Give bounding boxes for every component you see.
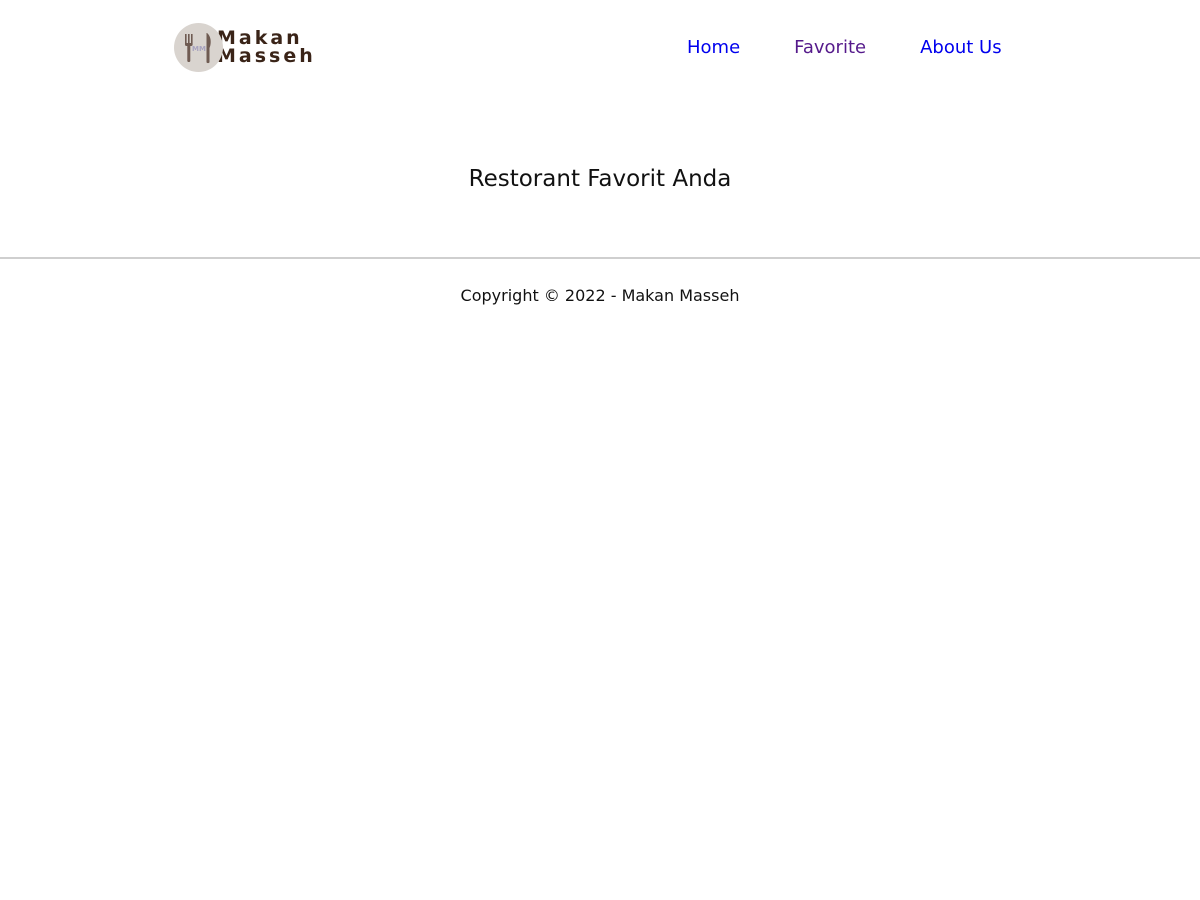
fork-knife-logo-icon: MM [174,22,223,72]
copyright-text: Copyright © 2022 - Makan Masseh [460,286,740,305]
brand-name: Makan Masseh [217,29,316,67]
footer-divider [0,257,1200,259]
brand-name-line-2: Masseh [217,45,316,67]
brand-logo-link[interactable]: MM Makan Masseh [174,22,316,72]
page-title: Restorant Favorit Anda [468,166,732,192]
page: MM Makan Masseh Home Favorite About Us R… [0,0,1200,900]
main-nav: Home Favorite About Us [687,32,1002,62]
nav-link-about-us[interactable]: About Us [920,37,1002,58]
site-header: MM Makan Masseh Home Favorite About Us [0,0,1200,94]
nav-link-home[interactable]: Home [687,37,740,58]
nav-link-favorite[interactable]: Favorite [794,37,866,58]
logo-monogram: MM [192,45,206,53]
